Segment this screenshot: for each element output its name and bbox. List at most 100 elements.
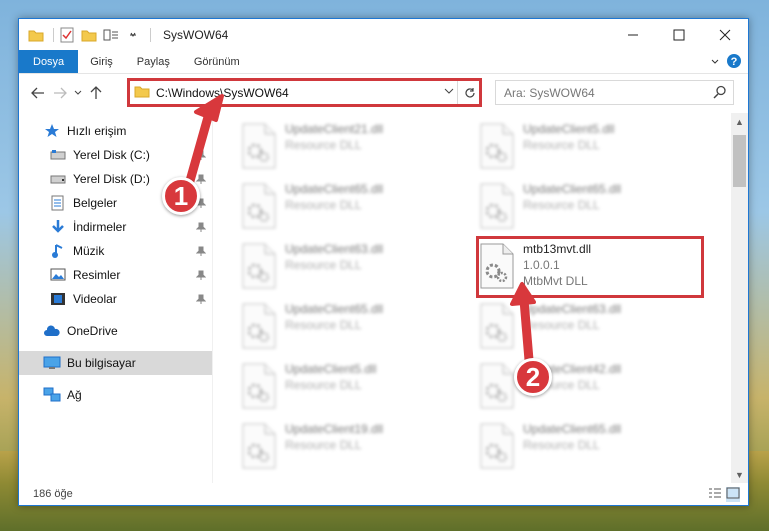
file-detail: Resource DLL <box>285 438 362 452</box>
help-icon[interactable]: ? <box>726 53 742 72</box>
pin-icon[interactable] <box>195 149 207 163</box>
refresh-icon <box>464 87 475 98</box>
drive-icon <box>49 170 67 188</box>
drive-icon <box>49 146 67 164</box>
window-controls <box>610 19 748 50</box>
file-item[interactable]: UpdateClient42.dll Resource DLL <box>479 361 699 419</box>
file-detail: 1.0.0.1 <box>523 258 560 272</box>
pin-icon[interactable] <box>195 293 207 307</box>
download-icon <box>49 218 67 236</box>
search-input[interactable]: Ara: SysWOW64 <box>495 80 734 105</box>
dll-file-icon <box>241 303 277 349</box>
arrow-left-icon <box>31 87 44 99</box>
scroll-down-button[interactable]: ▼ <box>731 466 748 483</box>
chevron-down-icon <box>74 90 82 95</box>
ribbon-tabs: Dosya Giriş Paylaş Görünüm ? <box>19 50 748 74</box>
file-detail: Resource DLL <box>285 198 362 212</box>
computer-icon <box>43 354 61 372</box>
pin-icon[interactable] <box>195 221 207 235</box>
chevron-down-icon[interactable] <box>124 26 142 44</box>
customize-icon[interactable] <box>102 26 120 44</box>
file-item[interactable]: UpdateClient5.dll Resource DLL <box>479 121 699 179</box>
sidebar-item-label: OneDrive <box>67 324 118 338</box>
sidebar-item-label: Bu bilgisayar <box>67 356 136 370</box>
navigation-pane: Hızlı erişim Yerel Disk (C:) Yerel Disk … <box>19 113 213 483</box>
maximize-icon <box>673 29 685 40</box>
search-placeholder: Ara: SysWOW64 <box>504 85 595 100</box>
dll-file-icon <box>479 243 515 289</box>
dll-file-icon <box>241 183 277 229</box>
up-button[interactable] <box>85 82 107 104</box>
tab-share[interactable]: Paylaş <box>125 50 182 73</box>
sidebar-item-label: Hızlı erişim <box>67 124 127 138</box>
file-detail: Resource DLL <box>285 138 362 152</box>
recent-locations-button[interactable] <box>71 82 85 104</box>
file-item[interactable]: UpdateClient19.dll Resource DLL <box>241 421 461 479</box>
pin-icon[interactable] <box>195 269 207 283</box>
close-button[interactable] <box>702 19 748 50</box>
properties-icon[interactable] <box>58 26 76 44</box>
file-detail: Resource DLL <box>285 258 362 272</box>
refresh-button[interactable] <box>457 81 481 104</box>
music-icon <box>49 242 67 260</box>
cloud-icon <box>43 322 61 340</box>
file-name: UpdateClient63.dll <box>285 242 384 256</box>
dll-file-icon <box>241 363 277 409</box>
expand-ribbon-icon[interactable] <box>710 56 720 70</box>
callout-2: 2 <box>514 358 552 396</box>
address-bar[interactable]: C:\Windows\SysWOW64 <box>127 80 482 105</box>
sidebar-item-label: Ağ <box>67 388 82 402</box>
file-item[interactable]: UpdateClient65.dll Resource DLL <box>241 301 461 359</box>
tab-file[interactable]: Dosya <box>19 50 79 73</box>
tab-home[interactable]: Giriş <box>78 50 125 73</box>
pin-icon[interactable] <box>195 245 207 259</box>
dll-file-icon <box>479 123 515 169</box>
file-item[interactable]: UpdateClient21.dll Resource DLL <box>241 121 461 179</box>
vertical-scrollbar[interactable]: ▲ ▼ <box>731 113 748 483</box>
back-button[interactable] <box>27 82 49 104</box>
large-icons-view-icon[interactable] <box>726 487 740 502</box>
sidebar-item-drive-c[interactable]: Yerel Disk (C:) <box>19 143 212 167</box>
sidebar-item-videos[interactable]: Videolar <box>19 287 212 311</box>
tab-view[interactable]: Görünüm <box>182 50 252 73</box>
file-item[interactable]: UpdateClient63.dll Resource DLL <box>241 241 461 299</box>
maximize-button[interactable] <box>656 19 702 50</box>
file-view: UpdateClient65.dll Resource DLL UpdateClie… <box>213 113 748 483</box>
file-item[interactable]: UpdateClient63.dll Resource DLL <box>479 301 699 359</box>
video-icon <box>49 290 67 308</box>
search-icon <box>713 85 727 102</box>
minimize-button[interactable] <box>610 19 656 50</box>
folder-icon[interactable] <box>27 26 45 44</box>
dll-file-icon <box>479 303 515 349</box>
sidebar-item-pictures[interactable]: Resimler <box>19 263 212 287</box>
sidebar-item-quick-access[interactable]: Hızlı erişim <box>19 119 212 143</box>
address-path: C:\Windows\SysWOW64 <box>156 85 289 100</box>
file-item[interactable]: UpdateClient65.dll Resource DLL <box>479 181 699 239</box>
sidebar-item-network[interactable]: Ağ <box>19 383 212 407</box>
sidebar-item-downloads[interactable]: İndirmeler <box>19 215 212 239</box>
file-item[interactable]: UpdateClient65.dll Resource DLL <box>479 421 699 479</box>
scroll-thumb[interactable] <box>733 135 746 187</box>
sidebar-item-onedrive[interactable]: OneDrive <box>19 319 212 343</box>
scroll-up-button[interactable]: ▲ <box>731 113 748 130</box>
star-icon <box>43 122 61 140</box>
file-item[interactable]: UpdateClient5.dll Resource DLL <box>241 361 461 419</box>
file-detail: Resource DLL <box>285 378 362 392</box>
file-name: UpdateClient5.dll <box>285 362 377 376</box>
forward-button[interactable] <box>49 82 71 104</box>
details-view-icon[interactable] <box>708 487 722 502</box>
sidebar-item-this-pc[interactable]: Bu bilgisayar <box>19 351 212 375</box>
file-item[interactable]: UpdateClient65.dll Resource DLL <box>241 181 461 239</box>
chevron-down-icon[interactable] <box>443 85 455 100</box>
main-area: Hızlı erişim Yerel Disk (C:) Yerel Disk … <box>19 113 748 483</box>
file-detail: Resource DLL <box>523 198 600 212</box>
file-item-target[interactable]: mtb13mvt.dll 1.0.0.1 MtbMvt DLL <box>479 241 699 299</box>
sidebar-item-music[interactable]: Müzik <box>19 239 212 263</box>
dll-file-icon <box>479 183 515 229</box>
pin-icon[interactable] <box>195 173 207 187</box>
documents-icon <box>49 194 67 212</box>
new-folder-icon[interactable] <box>80 26 98 44</box>
file-detail: Resource DLL <box>523 438 600 452</box>
sidebar-item-label: Müzik <box>73 244 105 258</box>
